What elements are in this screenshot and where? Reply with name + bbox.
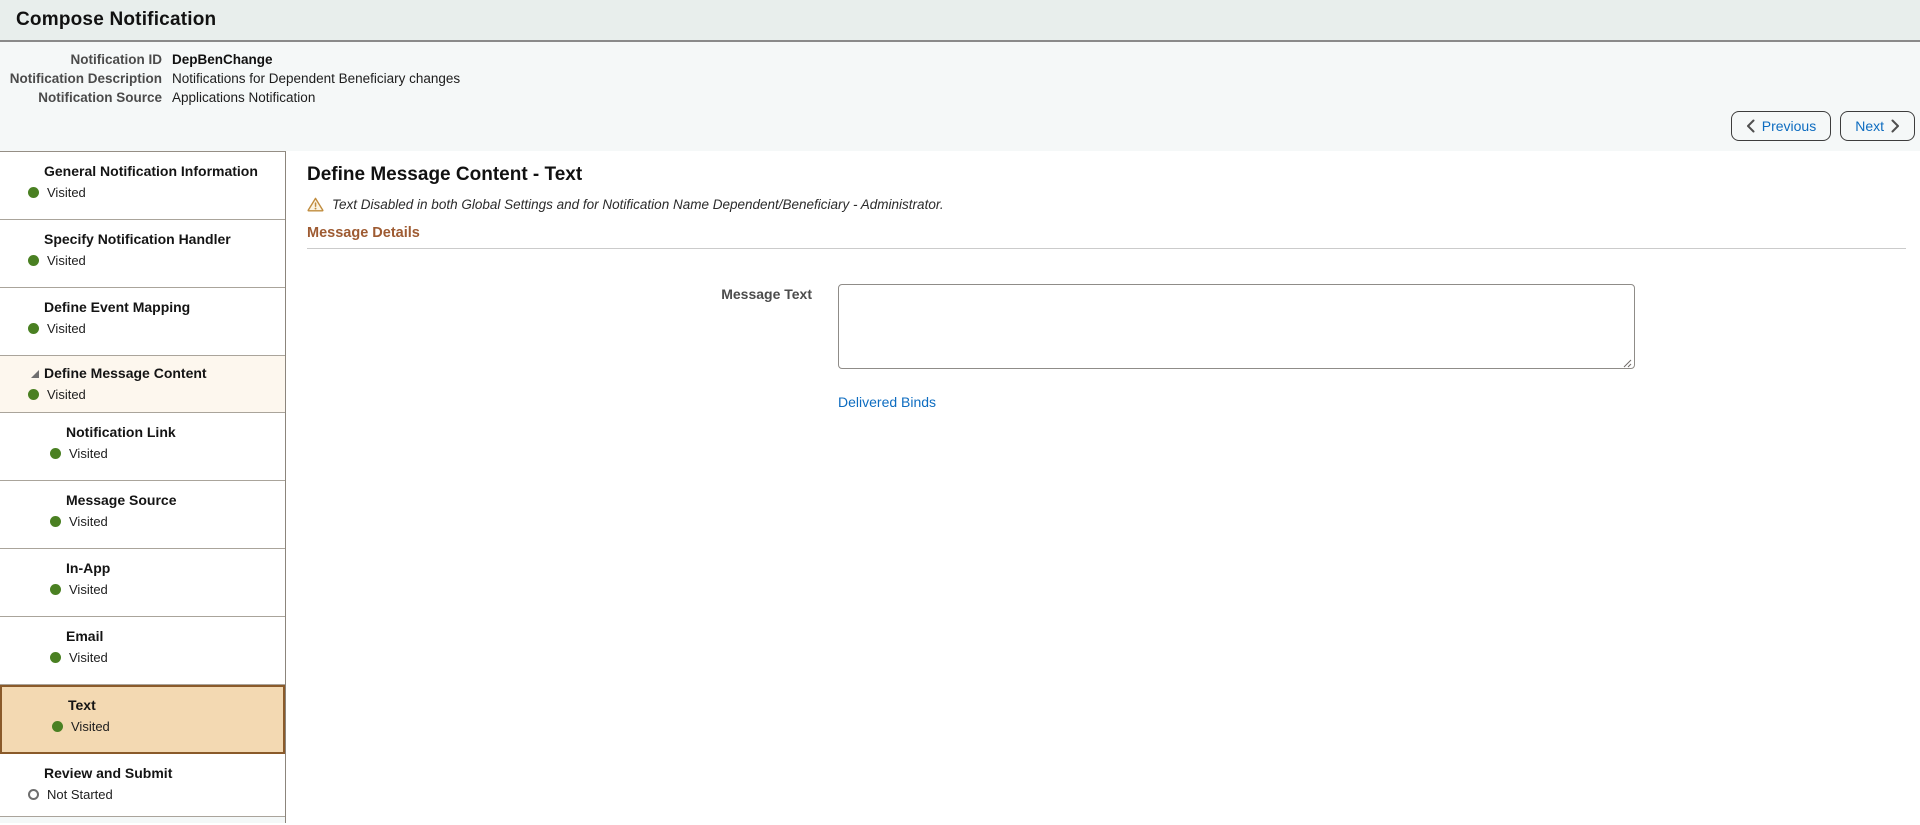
message-text-row: Message Text xyxy=(307,284,1906,374)
step-title: General Notification Information xyxy=(44,163,258,179)
warning-triangle-icon xyxy=(307,197,324,212)
step-status-label: Visited xyxy=(47,321,86,336)
step-status: Visited xyxy=(0,650,285,665)
step-status-label: Visited xyxy=(47,387,86,402)
step-status-label: Not Started xyxy=(47,787,113,802)
resize-handle-icon[interactable] xyxy=(1621,357,1632,368)
visited-dot-icon xyxy=(52,721,63,732)
previous-button[interactable]: Previous xyxy=(1730,111,1832,141)
section-divider xyxy=(307,248,1906,249)
warning-text: Text Disabled in both Global Settings an… xyxy=(332,197,944,212)
step-title: Review and Submit xyxy=(44,765,173,781)
step-status: Visited xyxy=(0,185,285,200)
notification-summary: Notification ID DepBenChange Notificatio… xyxy=(0,42,1920,151)
step-status: Visited xyxy=(0,387,285,402)
visited-dot-icon xyxy=(50,584,61,595)
compose-notification-page: Compose Notification Notification ID Dep… xyxy=(0,0,1920,825)
step-title: Define Message Content xyxy=(0,365,285,382)
notification-description-label: Notification Description xyxy=(9,71,162,86)
step-status: Visited xyxy=(0,514,285,529)
message-text-input[interactable] xyxy=(838,284,1635,369)
sidebar-item-in-app[interactable]: In-App Visited xyxy=(0,549,285,617)
not-started-circle-icon xyxy=(28,789,39,800)
sidebar-item-email[interactable]: Email Visited xyxy=(0,617,285,685)
message-text-wrapper xyxy=(838,284,1635,374)
sidebar-item-define-event-mapping[interactable]: Define Event Mapping Visited xyxy=(0,288,285,356)
sidebar-item-notification-link[interactable]: Notification Link Visited xyxy=(0,413,285,481)
chevron-right-icon xyxy=(1891,119,1899,133)
step-sidebar: General Notification Information Visited… xyxy=(0,151,286,823)
visited-dot-icon xyxy=(28,255,39,266)
notification-description-row: Notification Description Notifications f… xyxy=(0,69,1920,88)
step-title-label: Define Message Content xyxy=(44,365,207,381)
notification-source-row: Notification Source Applications Notific… xyxy=(0,88,1920,107)
chevron-left-icon xyxy=(1746,119,1755,133)
visited-dot-icon xyxy=(50,652,61,663)
expanded-triangle-icon xyxy=(31,370,39,378)
notification-id-label: Notification ID xyxy=(70,52,163,67)
step-status-label: Visited xyxy=(47,253,86,268)
sidebar-item-general-notification-information[interactable]: General Notification Information Visited xyxy=(0,152,285,220)
step-status: Visited xyxy=(0,446,285,461)
step-status-label: Visited xyxy=(71,719,110,734)
notification-id-row: Notification ID DepBenChange xyxy=(0,50,1920,69)
step-title: Define Event Mapping xyxy=(44,299,191,315)
step-status: Visited xyxy=(0,582,285,597)
notification-source-label: Notification Source xyxy=(38,90,162,105)
step-title: Notification Link xyxy=(66,424,176,440)
visited-dot-icon xyxy=(28,187,39,198)
visited-dot-icon xyxy=(28,389,39,400)
visited-dot-icon xyxy=(50,516,61,527)
notification-id-value: DepBenChange xyxy=(172,52,273,67)
step-status-label: Visited xyxy=(69,582,108,597)
step-status-label: Visited xyxy=(69,514,108,529)
wizard-nav-buttons: Previous Next xyxy=(1730,111,1915,141)
step-title: Message Source xyxy=(66,492,177,508)
notification-description-value: Notifications for Dependent Beneficiary … xyxy=(172,71,461,86)
step-status-label: Visited xyxy=(69,650,108,665)
sidebar-item-review-and-submit[interactable]: Review and Submit Not Started xyxy=(0,754,285,817)
step-title: Text xyxy=(68,697,96,713)
step-status: Visited xyxy=(0,321,285,336)
notification-source-value: Applications Notification xyxy=(172,90,316,105)
page-header: Compose Notification xyxy=(0,0,1920,42)
step-status: Visited xyxy=(0,253,285,268)
main-area: General Notification Information Visited… xyxy=(0,151,1920,823)
warning-message: Text Disabled in both Global Settings an… xyxy=(307,197,1906,212)
step-status-label: Visited xyxy=(47,185,86,200)
sidebar-item-define-message-content[interactable]: Define Message Content Visited xyxy=(0,356,285,413)
visited-dot-icon xyxy=(28,323,39,334)
section-title-message-details: Message Details xyxy=(307,225,420,241)
delivered-binds-link[interactable]: Delivered Binds xyxy=(838,394,936,410)
message-text-label: Message Text xyxy=(721,286,812,302)
page-title: Compose Notification xyxy=(16,9,217,30)
step-title: In-App xyxy=(66,560,111,576)
sidebar-item-specify-notification-handler[interactable]: Specify Notification Handler Visited xyxy=(0,220,285,288)
previous-button-label: Previous xyxy=(1761,118,1817,134)
sidebar-item-message-source[interactable]: Message Source Visited xyxy=(0,481,285,549)
sidebar-item-text[interactable]: Text Visited xyxy=(0,685,285,754)
content-heading: Define Message Content - Text xyxy=(307,164,583,185)
next-button[interactable]: Next xyxy=(1840,111,1915,141)
step-status: Visited xyxy=(2,719,283,734)
step-title: Email xyxy=(66,628,104,644)
step-title: Specify Notification Handler xyxy=(44,231,231,247)
step-status-label: Visited xyxy=(69,446,108,461)
visited-dot-icon xyxy=(50,448,61,459)
step-status: Not Started xyxy=(0,787,285,802)
next-button-label: Next xyxy=(1855,118,1884,134)
sidebar-footer-band xyxy=(0,817,285,823)
content-panel: Define Message Content - Text Text Disab… xyxy=(286,151,1920,823)
